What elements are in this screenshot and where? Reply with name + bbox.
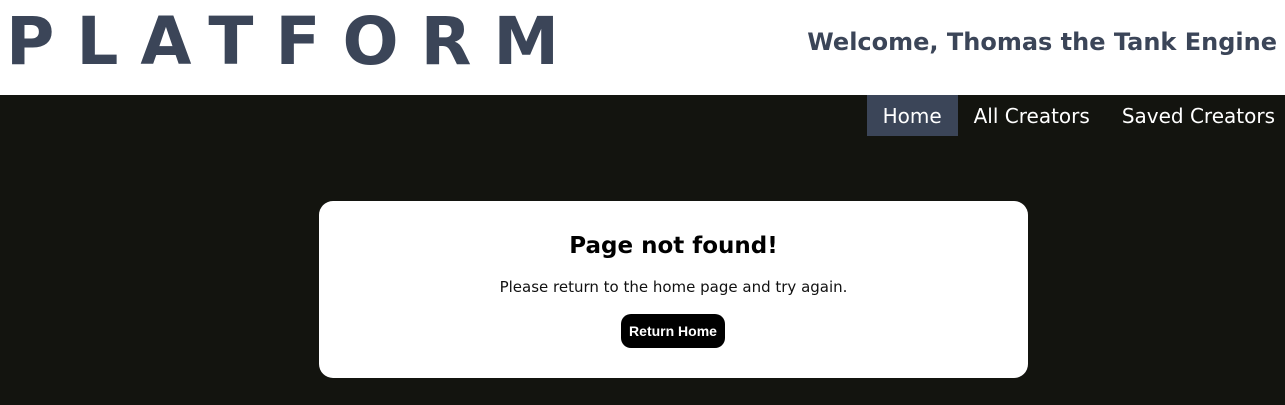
welcome-message: Welcome, Thomas the Tank Engine (807, 28, 1277, 56)
not-found-title: Page not found! (569, 233, 778, 259)
site-header: PLATFORM Welcome, Thomas the Tank Engine (0, 0, 1285, 95)
not-found-card: Page not found! Please return to the hom… (319, 201, 1028, 378)
platform-logo[interactable]: PLATFORM (6, 4, 581, 80)
not-found-message: Please return to the home page and try a… (499, 278, 848, 296)
nav-item-home[interactable]: Home (866, 95, 958, 136)
main-content: Home All Creators Saved Creators Page no… (0, 95, 1285, 405)
return-home-button[interactable]: Return Home (621, 314, 725, 348)
main-nav: Home All Creators Saved Creators (866, 95, 1285, 136)
nav-item-all-creators[interactable]: All Creators (958, 95, 1106, 136)
nav-item-saved-creators[interactable]: Saved Creators (1106, 95, 1285, 136)
